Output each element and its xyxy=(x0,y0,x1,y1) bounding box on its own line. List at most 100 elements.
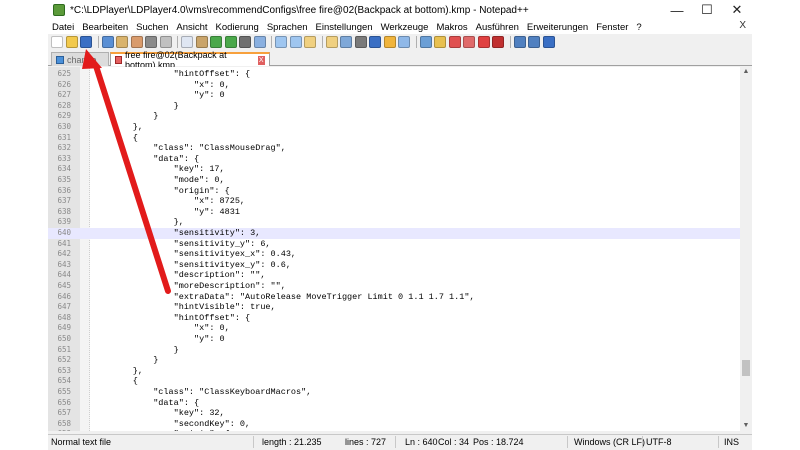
code-text[interactable]: "key": 17, xyxy=(92,164,225,175)
code-text[interactable]: } xyxy=(92,101,179,112)
code-editor[interactable]: 625 "hintOffset": {626 "x": 0, 627 "y": 0… xyxy=(48,67,740,431)
code-line[interactable]: 654 { xyxy=(48,376,740,387)
zoom-in-icon[interactable] xyxy=(275,36,287,48)
code-line[interactable]: 629 } xyxy=(48,111,740,122)
record-macro-icon[interactable] xyxy=(477,36,490,48)
code-text[interactable]: "hintVisible": true, xyxy=(92,302,276,313)
scroll-thumb[interactable] xyxy=(742,360,750,376)
menu-suchen[interactable]: Suchen xyxy=(132,22,172,33)
code-text[interactable]: "sensitivity": 3, xyxy=(92,228,261,239)
zoom-out-icon[interactable] xyxy=(289,36,302,48)
code-text[interactable]: "class": "ClassMouseDrag", xyxy=(92,143,286,154)
code-line[interactable]: 628 } xyxy=(48,101,740,112)
sync-vertical-icon[interactable] xyxy=(304,36,316,48)
indent-guide-icon[interactable] xyxy=(369,36,381,48)
code-text[interactable]: "y": 0 xyxy=(92,90,225,101)
close-window-button[interactable]: ✕ xyxy=(722,0,752,20)
menu-sprachen[interactable]: Sprachen xyxy=(263,22,312,33)
code-line[interactable]: 646 "extraData": "AutoRelease MoveTrigge… xyxy=(48,292,740,303)
code-line[interactable]: 633 "data": { xyxy=(48,154,740,165)
code-text[interactable]: "extraData": "AutoRelease MoveTrigger Li… xyxy=(92,292,475,303)
code-line[interactable]: 627 "y": 0 xyxy=(48,90,740,101)
code-line[interactable]: 634 "key": 17, xyxy=(48,164,740,175)
code-text[interactable]: } xyxy=(92,111,158,122)
code-line[interactable]: 657 "key": 32, xyxy=(48,408,740,419)
copy-icon[interactable] xyxy=(181,36,193,48)
menu-help[interactable]: ? xyxy=(632,22,645,33)
code-line[interactable]: 656 "data": { xyxy=(48,398,740,409)
show-all-chars-icon[interactable] xyxy=(354,36,367,48)
menu-kodierung[interactable]: Kodierung xyxy=(212,22,263,33)
code-text[interactable]: "sensitivityex_x": 0.43, xyxy=(92,249,296,260)
code-line[interactable]: 647 "hintVisible": true, xyxy=(48,302,740,313)
code-line[interactable]: 635 "mode": 0, xyxy=(48,175,740,186)
code-line[interactable]: 649 "x": 0, xyxy=(48,323,740,334)
menu-ansicht[interactable]: Ansicht xyxy=(172,22,211,33)
code-line[interactable]: 644 "description": "", xyxy=(48,270,740,281)
save-icon[interactable] xyxy=(80,36,92,48)
code-text[interactable]: "class": "ClassKeyboardMacros", xyxy=(92,387,311,398)
redo-icon[interactable] xyxy=(224,36,237,48)
code-line[interactable]: 651 } xyxy=(48,345,740,356)
code-line[interactable]: 636 "origin": { xyxy=(48,186,740,197)
code-text[interactable]: "hintOffset": { xyxy=(92,313,251,324)
code-text[interactable]: } xyxy=(92,345,179,356)
menu-werkzeuge[interactable]: Werkzeuge xyxy=(377,22,433,33)
code-text[interactable]: "y": 4831 xyxy=(92,207,240,218)
replace-icon[interactable] xyxy=(253,36,266,48)
stop-macro-icon[interactable] xyxy=(492,36,504,48)
code-text[interactable]: "origin": { xyxy=(92,429,230,431)
open-file-icon[interactable] xyxy=(65,36,78,48)
code-line[interactable]: 643 "sensitivityex_y": 0.6, xyxy=(48,260,740,271)
run-macro-multiple-icon[interactable] xyxy=(528,36,540,48)
code-line[interactable]: 653 }, xyxy=(48,366,740,377)
menu-ausfuehren[interactable]: Ausführen xyxy=(472,22,523,33)
minimize-button[interactable]: — xyxy=(662,0,692,20)
status-encoding[interactable]: UTF-8 xyxy=(646,437,672,447)
code-line[interactable]: 648 "hintOffset": { xyxy=(48,313,740,324)
language-icon[interactable] xyxy=(383,36,396,48)
close-all-icon[interactable] xyxy=(130,36,143,48)
close-icon[interactable] xyxy=(116,36,128,48)
sync-horizontal-icon[interactable] xyxy=(325,36,338,48)
menu-makros[interactable]: Makros xyxy=(432,22,471,33)
code-text[interactable]: "data": { xyxy=(92,398,199,409)
menu-datei[interactable]: Datei xyxy=(48,22,78,33)
code-line[interactable]: 641 "sensitivity_y": 6, xyxy=(48,239,740,250)
code-text[interactable]: "y": 0 xyxy=(92,334,225,345)
code-text[interactable]: "x": 0, xyxy=(92,323,230,334)
save-all-icon[interactable] xyxy=(101,36,114,48)
undo-icon[interactable] xyxy=(210,36,222,48)
notepadpp-app-icon[interactable] xyxy=(53,4,65,16)
play-macro-icon[interactable] xyxy=(513,36,526,48)
code-line[interactable]: 645 "moreDescription": "", xyxy=(48,281,740,292)
code-line[interactable]: 632 "class": "ClassMouseDrag", xyxy=(48,143,740,154)
tab-close-icon[interactable]: X xyxy=(257,55,265,65)
code-line[interactable]: 625 "hintOffset": { xyxy=(48,69,740,80)
code-text[interactable]: "x": 8725, xyxy=(92,196,245,207)
menu-erweiterungen[interactable]: Erweiterungen xyxy=(523,22,592,33)
code-text[interactable]: "secondKey": 0, xyxy=(92,419,251,430)
find-icon[interactable] xyxy=(239,36,251,48)
code-line[interactable]: 655 "class": "ClassKeyboardMacros", xyxy=(48,387,740,398)
code-line[interactable]: 638 "y": 4831 xyxy=(48,207,740,218)
code-line[interactable]: 626 "x": 0, xyxy=(48,80,740,91)
code-line[interactable]: 639 }, xyxy=(48,217,740,228)
paste-icon[interactable] xyxy=(195,36,208,48)
code-text[interactable]: "moreDescription": "", xyxy=(92,281,286,292)
doc-map-icon[interactable] xyxy=(398,36,410,48)
word-wrap-icon[interactable] xyxy=(340,36,352,48)
code-text[interactable]: "sensitivity_y": 6, xyxy=(92,239,271,250)
code-text[interactable]: "data": { xyxy=(92,154,199,165)
status-insert-mode[interactable]: INS xyxy=(724,437,739,447)
code-text[interactable]: }, xyxy=(92,122,143,133)
new-file-icon[interactable] xyxy=(51,36,63,48)
code-text[interactable]: "key": 32, xyxy=(92,408,225,419)
code-text[interactable]: { xyxy=(92,376,138,387)
code-line[interactable]: 652 } xyxy=(48,355,740,366)
save-macro-icon[interactable] xyxy=(542,36,555,48)
tab-free-fire-kmp[interactable]: free fire@02(Backpack at bottom).kmp X xyxy=(110,50,270,70)
code-text[interactable]: "mode": 0, xyxy=(92,175,225,186)
code-text[interactable]: "description": "", xyxy=(92,270,266,281)
code-line[interactable]: 658 "secondKey": 0, xyxy=(48,419,740,430)
